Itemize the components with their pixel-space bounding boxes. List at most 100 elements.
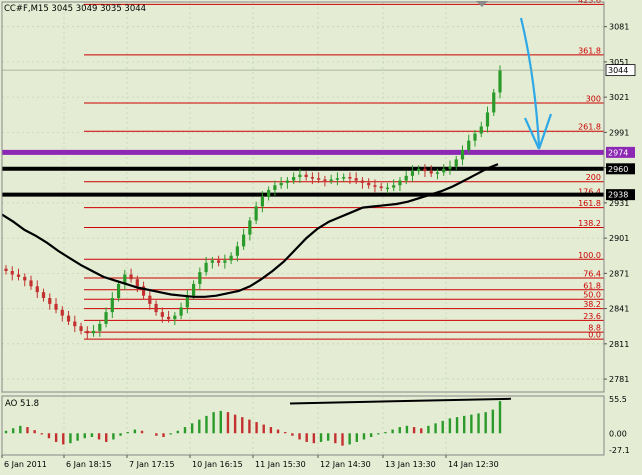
candle-body	[116, 283, 121, 299]
candle-body	[135, 279, 139, 287]
candle-body	[310, 177, 315, 179]
fib-level-label: 61.8	[583, 281, 601, 290]
candle-body	[191, 283, 196, 296]
chart-background	[0, 0, 642, 471]
time-axis-label: 12 Jan 14:30	[320, 460, 371, 469]
chart-canvas[interactable]: 423.6361.8300261.8200176.4161.8138.2100.…	[0, 0, 642, 471]
candle-body	[54, 303, 58, 310]
price-axis-label: 2841	[609, 305, 629, 314]
ao-scale-label: 0.00	[609, 429, 627, 438]
candle-body	[460, 150, 465, 160]
candle-body	[317, 178, 321, 180]
candle-body	[298, 174, 302, 178]
fib-level-label: 76.4	[583, 270, 601, 279]
candle-body	[254, 206, 258, 221]
candle-body	[23, 276, 27, 281]
time-axis-label: 6 Jan 18:15	[66, 460, 112, 469]
candle-body	[354, 178, 358, 181]
candle-body	[410, 171, 415, 176]
candle-body	[379, 186, 383, 188]
candle-body	[360, 180, 365, 183]
candle-body	[210, 260, 214, 263]
price-axis-label: 3081	[609, 23, 629, 32]
candle-body	[473, 133, 477, 141]
candle-body	[185, 295, 189, 308]
candle-body	[229, 255, 233, 261]
fib-level-label: 300	[586, 95, 601, 104]
candle-body	[148, 295, 152, 304]
candle-body	[91, 330, 96, 334]
candle-body	[442, 168, 446, 173]
candle-body	[342, 177, 346, 179]
price-axis-label: 2781	[609, 375, 629, 384]
candle-body	[273, 185, 277, 190]
ao-scale-label: -27.1	[609, 446, 630, 455]
candle-body	[398, 180, 402, 186]
current-price-label: 3044	[608, 66, 628, 75]
time-axis-label: 6 Jan 2011	[4, 460, 47, 469]
level-price-tag-label: 2974	[608, 148, 628, 157]
candle-body	[60, 309, 64, 316]
candle-body	[41, 292, 46, 299]
candle-body	[48, 298, 52, 304]
ao-scale-label: 55.5	[609, 395, 627, 404]
price-chart[interactable]: 423.6 361.8 300 261.8 200 176.4 161.8 138.2 100.…	[0, 0, 642, 471]
candle-body	[335, 178, 340, 180]
price-axis-label: 2901	[609, 234, 629, 243]
fib-level-label: 261.8	[578, 123, 601, 132]
price-axis-label: 2991	[609, 128, 629, 137]
candle-body	[329, 179, 333, 181]
fib-level-label: 161.8	[578, 199, 601, 208]
time-axis-label: 10 Jan 16:15	[192, 460, 243, 469]
candle-body	[479, 126, 483, 134]
candle-body	[485, 112, 490, 127]
price-axis-label: 3021	[609, 93, 629, 102]
fib-level-label: 38.2	[583, 300, 601, 309]
fib-level-label: 200	[586, 173, 601, 182]
price-axis-label: 2931	[609, 199, 629, 208]
candle-body	[248, 220, 252, 235]
candle-body	[323, 179, 327, 181]
candle-body	[435, 172, 440, 174]
candle-body	[367, 182, 371, 186]
candle-body	[235, 246, 239, 256]
time-axis-label: 7 Jan 17:15	[129, 460, 175, 469]
candle-body	[279, 182, 283, 186]
candle-body	[267, 189, 271, 197]
candle-body	[79, 326, 83, 331]
candle-body	[104, 312, 108, 324]
fib-level-label: 50.0	[583, 291, 601, 300]
level-price-tag-label: 2960	[608, 165, 628, 174]
candle-body	[385, 187, 390, 190]
candle-body	[154, 303, 158, 313]
candle-body	[348, 177, 352, 179]
candle-body	[85, 330, 89, 334]
candle-body	[454, 159, 458, 167]
candle-body	[198, 272, 202, 284]
candle-body	[492, 92, 496, 113]
candle-body	[179, 307, 183, 316]
time-axis-label: 13 Jan 13:30	[385, 460, 436, 469]
candle-body	[16, 274, 21, 277]
candle-body	[292, 177, 296, 181]
candle-body	[98, 323, 102, 331]
fib-level-label: 0.0	[588, 331, 601, 340]
candle-body	[166, 316, 171, 320]
candle-body	[404, 175, 408, 181]
candle-body	[217, 260, 221, 263]
candle-body	[204, 262, 208, 273]
candle-body	[467, 140, 471, 151]
fib-level-label: 100.0	[578, 251, 601, 260]
time-axis-label: 14 Jan 12:30	[448, 460, 499, 469]
candle-body	[417, 168, 421, 172]
level-price-tag-label: 2938	[608, 191, 628, 200]
candle-body	[173, 315, 177, 320]
candle-body	[285, 180, 289, 183]
candle-body	[4, 268, 8, 272]
fib-level-label: 23.6	[583, 312, 601, 321]
candle-body	[10, 271, 14, 275]
price-axis-label: 2811	[609, 340, 629, 349]
price-axis-label: 2871	[609, 269, 629, 278]
candle-body	[110, 298, 114, 313]
candle-body	[35, 286, 39, 293]
